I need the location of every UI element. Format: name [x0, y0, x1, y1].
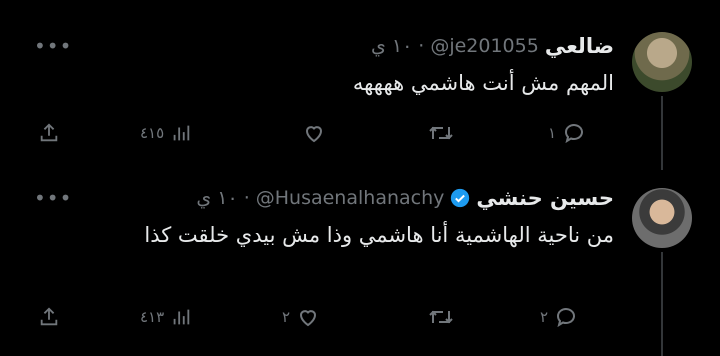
analytics-icon [173, 125, 190, 141]
reply-button[interactable]: ٢ [540, 302, 578, 332]
retweet-icon [429, 126, 453, 140]
retweet-icon [429, 310, 453, 324]
thread-line [661, 252, 663, 356]
retweet-button[interactable] [428, 118, 460, 148]
like-button[interactable] [302, 118, 332, 148]
separator-dot: · [243, 187, 250, 209]
share-icon [40, 123, 58, 142]
reply-count: ٢ [540, 308, 549, 326]
avatar[interactable] [632, 188, 692, 248]
verified-badge-icon [451, 188, 470, 208]
reply-button[interactable]: ١ [548, 118, 586, 148]
share-icon [40, 307, 58, 326]
like-button[interactable]: ٢ [282, 302, 320, 332]
timestamp[interactable]: ١٠ ي [371, 35, 412, 57]
action-bar: ٤١٣ ٢ ٢ [30, 302, 600, 332]
reply-icon [565, 124, 584, 144]
views-button[interactable]: ٤١٥ [140, 118, 192, 148]
views-count: ٤١٣ [140, 308, 165, 326]
tweet-2[interactable]: حسين حنشي @Husaenalhanachy · ١٠ ي ••• من… [0, 170, 720, 356]
views-button[interactable]: ٤١٣ [140, 302, 192, 332]
tweet-text: المهم مش أنت هاشمي ههههه [352, 71, 614, 95]
heart-icon [305, 126, 323, 143]
author-handle[interactable]: @je201055 [430, 35, 539, 57]
reply-count: ١ [548, 124, 557, 142]
author-handle[interactable]: @Husaenalhanachy [256, 187, 445, 209]
tweet-header: ضالعي @je201055 · ١٠ ي [371, 34, 614, 58]
reply-icon [557, 308, 576, 328]
more-options-icon[interactable]: ••• [34, 186, 72, 210]
timestamp[interactable]: ١٠ ي [196, 187, 237, 209]
author-name[interactable]: حسين حنشي [476, 186, 614, 210]
tweet-header: حسين حنشي @Husaenalhanachy · ١٠ ي [196, 186, 614, 210]
avatar[interactable] [632, 32, 692, 92]
action-bar: ٤١٥ ١ [30, 118, 600, 148]
separator-dot: · [418, 35, 425, 57]
heart-icon [300, 310, 317, 327]
tweet-1[interactable]: ضالعي @je201055 · ١٠ ي ••• المهم مش أنت … [0, 0, 720, 170]
share-button[interactable] [38, 302, 60, 332]
views-count: ٤١٥ [140, 124, 165, 142]
analytics-icon [173, 309, 190, 325]
more-options-icon[interactable]: ••• [34, 34, 72, 58]
tweet-text: من ناحية الهاشمية أنا هاشمي وذا مش بيدي … [144, 223, 614, 247]
share-button[interactable] [38, 118, 60, 148]
author-name[interactable]: ضالعي [545, 34, 614, 58]
thread-line [661, 96, 663, 170]
retweet-button[interactable] [428, 302, 460, 332]
like-count: ٢ [282, 308, 291, 326]
